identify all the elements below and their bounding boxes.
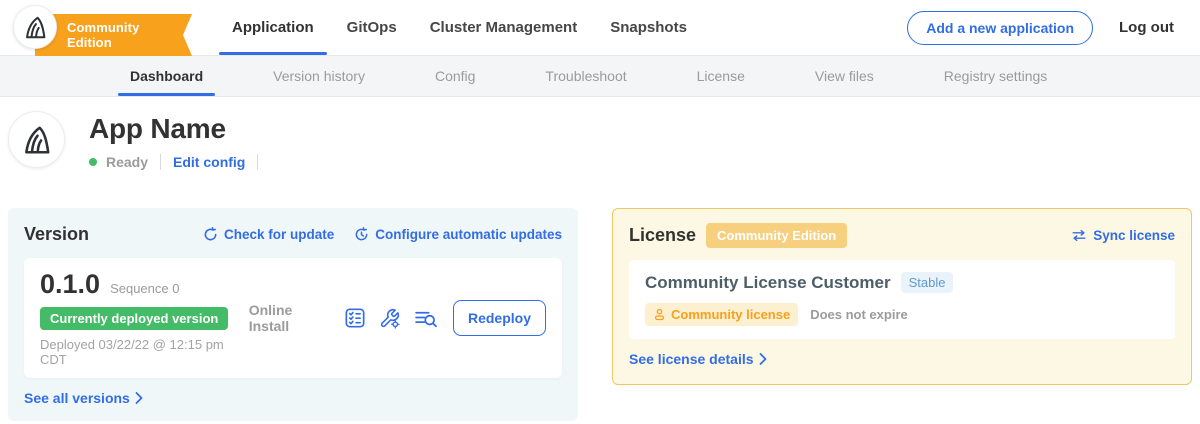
tab-application[interactable]: Application [232,0,314,55]
license-customer-row: Community License Customer Stable [645,272,1159,293]
wrench-gear-icon[interactable] [379,308,400,329]
chevron-right-icon [759,353,767,365]
license-expiry: Does not expire [810,307,908,322]
edit-config-link[interactable]: Edit config [173,154,245,170]
app-status-row: Ready Edit config [89,154,261,170]
customer-name: Community License Customer [645,273,891,293]
sync-arrows-icon [1071,229,1087,242]
chevron-right-icon [135,392,143,404]
primary-nav: Application GitOps Cluster Management Sn… [232,0,687,55]
app-header-text: App Name Ready Edit config [89,111,261,170]
status-dot [89,158,97,166]
deployed-timestamp: Deployed 03/22/22 @ 12:15 pm CDT [40,337,249,367]
version-sequence: Sequence 0 [110,281,179,296]
subtab-dashboard[interactable]: Dashboard [130,56,203,96]
license-card-header: License Community Edition Sync license [629,223,1175,248]
version-number-row: 0.1.0 Sequence 0 [40,269,249,300]
replicated-logo[interactable] [13,5,57,49]
current-version-panel: 0.1.0 Sequence 0 Currently deployed vers… [24,258,562,378]
page-title: App Name [89,111,261,145]
version-card: Version Check for update Configure au [8,208,578,421]
app-logo-icon [20,123,54,157]
brand: Community Edition [0,0,192,55]
version-card-header: Version Check for update Configure au [24,224,562,245]
channel-badge: Stable [901,272,954,293]
logout-link[interactable]: Log out [1119,19,1174,36]
preflight-checklist-icon[interactable] [345,308,365,328]
divider [257,154,258,170]
license-edition-badge: Community Edition [706,223,847,248]
redeploy-button[interactable]: Redeploy [453,300,546,336]
version-info: 0.1.0 Sequence 0 Currently deployed vers… [40,269,249,367]
subtab-config[interactable]: Config [435,56,475,96]
license-panel: Community License Customer Stable Commun… [629,260,1175,339]
license-type-row: Community license Does not expire [645,303,1159,326]
tab-snapshots[interactable]: Snapshots [610,0,687,55]
license-type-badge: Community license [645,303,798,326]
person-icon [653,308,666,321]
check-for-update-link[interactable]: Check for update [203,227,334,242]
version-header-links: Check for update Configure automatic upd… [203,227,562,242]
replicated-mark-icon [22,14,49,41]
community-edition-ribbon: Community Edition [35,14,192,56]
subtab-view-files[interactable]: View files [815,56,874,96]
version-number: 0.1.0 [40,269,100,300]
see-license-details-link[interactable]: See license details [629,351,767,367]
configure-automatic-updates-link[interactable]: Configure automatic updates [354,227,562,242]
app-header: App Name Ready Edit config [0,97,1200,170]
add-new-application-button[interactable]: Add a new application [907,11,1093,45]
refresh-icon [203,227,218,242]
subtab-registry-settings[interactable]: Registry settings [944,56,1047,96]
app-subnav: Dashboard Version history Config Trouble… [0,55,1200,97]
subtab-version-history[interactable]: Version history [273,56,365,96]
app-avatar [8,111,65,168]
tab-gitops[interactable]: GitOps [347,0,397,55]
license-title: License [629,225,696,246]
subtab-license[interactable]: License [697,56,745,96]
sync-license-link[interactable]: Sync license [1071,228,1175,243]
topnav-right: Add a new application Log out [907,11,1174,45]
tab-cluster-management[interactable]: Cluster Management [430,0,578,55]
see-all-versions-link[interactable]: See all versions [24,390,143,406]
version-actions: Online Install [249,300,546,336]
file-search-icon[interactable] [414,309,437,328]
version-title: Version [24,224,89,245]
deployed-badge: Currently deployed version [40,307,228,330]
dashboard-cards: Version Check for update Configure au [0,208,1200,421]
status-text: Ready [106,154,148,170]
divider [160,154,161,170]
license-header-links: Sync license [1071,228,1175,243]
clock-refresh-icon [354,227,369,242]
subtab-troubleshoot[interactable]: Troubleshoot [545,56,626,96]
top-navbar: Community Edition Application GitOps Clu… [0,0,1200,55]
license-card: License Community Edition Sync license C… [612,208,1192,385]
install-type-label: Online Install [249,302,329,334]
